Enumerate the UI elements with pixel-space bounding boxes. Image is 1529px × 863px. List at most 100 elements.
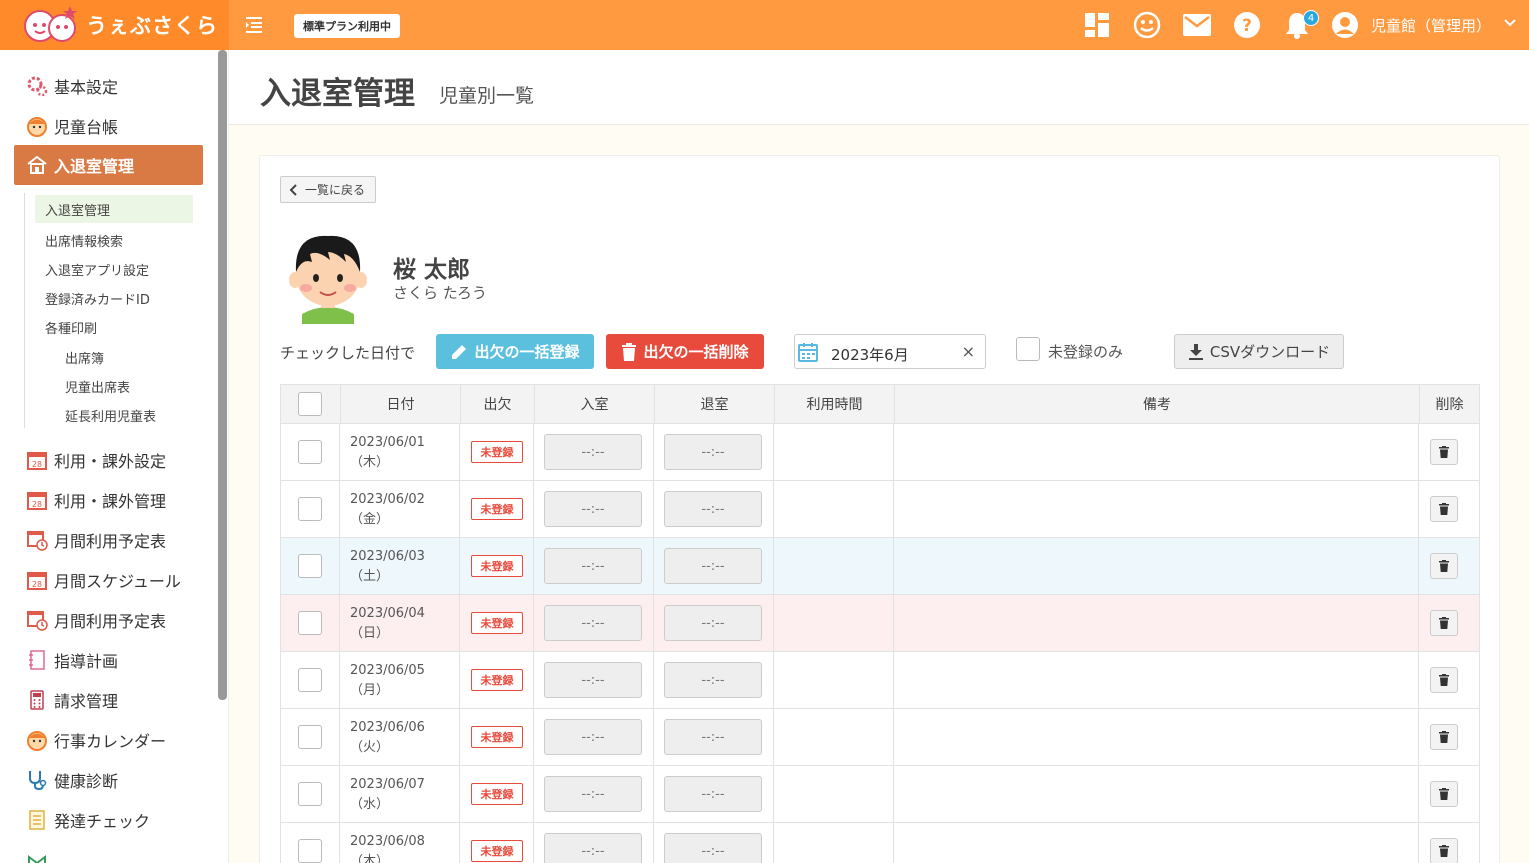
- in-time-input[interactable]: --:--: [544, 605, 642, 641]
- delete-row-button[interactable]: [1430, 610, 1458, 636]
- row-checkbox[interactable]: [298, 497, 322, 521]
- day-of-week: （水）: [350, 797, 390, 812]
- delete-row-button[interactable]: [1430, 553, 1458, 579]
- status-badge: 未登録: [471, 669, 523, 691]
- day-of-week: （日）: [350, 626, 390, 641]
- user-name[interactable]: 児童館（管理用）: [1371, 15, 1491, 36]
- chevron-down-icon[interactable]: [1503, 16, 1517, 30]
- sidebar-item-monthly-plan-2[interactable]: 月間利用予定表: [14, 600, 203, 640]
- cell-date: 2023/06/03 （土）: [340, 538, 460, 594]
- out-time-input[interactable]: --:--: [664, 491, 762, 527]
- submenu-entry-exit[interactable]: 入退室管理: [35, 195, 193, 223]
- sidebar-item-monthly-schedule[interactable]: 28 月間スケジュール: [14, 560, 203, 600]
- sidebar-item-monthly-plan[interactable]: 月間利用予定表: [14, 520, 203, 560]
- out-time-input[interactable]: --:--: [664, 719, 762, 755]
- date-text: 2023/06/02 （金）: [350, 490, 425, 530]
- dashboard-icon[interactable]: [1082, 10, 1112, 40]
- out-time-input[interactable]: --:--: [664, 776, 762, 812]
- table-row: 2023/06/02 （金） 未登録 --:-- --:--: [280, 481, 1480, 538]
- csv-download-button[interactable]: CSVダウンロード: [1174, 334, 1344, 369]
- sidebar-item-child-register[interactable]: 児童台帳: [14, 106, 203, 146]
- in-time-input[interactable]: --:--: [544, 548, 642, 584]
- delete-row-button[interactable]: [1430, 724, 1458, 750]
- trash-icon: [1439, 503, 1449, 515]
- out-time-input[interactable]: --:--: [664, 548, 762, 584]
- submenu-print-attendance[interactable]: 出席簿: [65, 348, 104, 367]
- out-time-input[interactable]: --:--: [664, 605, 762, 641]
- sidebar-item-usage-management[interactable]: 28 利用・課外管理: [14, 480, 203, 520]
- submenu-print-child-attendance[interactable]: 児童出席表: [65, 377, 130, 396]
- sidebar-toggle-icon[interactable]: [244, 15, 264, 35]
- trash-icon: [1439, 674, 1449, 686]
- trash-icon: [1439, 845, 1449, 857]
- in-time-input[interactable]: --:--: [544, 662, 642, 698]
- date-value: 2023/06/03: [350, 549, 425, 564]
- sidebar-item-basic-settings[interactable]: 基本設定: [14, 66, 203, 106]
- cell-delete: [1419, 595, 1479, 651]
- sidebar-item-more[interactable]: [14, 840, 203, 863]
- child-face-icon: [26, 729, 48, 751]
- out-time-input[interactable]: --:--: [664, 833, 762, 863]
- user-avatar-icon[interactable]: [1330, 10, 1360, 40]
- row-checkbox[interactable]: [298, 611, 322, 635]
- cell-out: --:--: [654, 766, 774, 822]
- sidebar-item-health-check[interactable]: 健康診断: [14, 760, 203, 800]
- cell-date: 2023/06/08 （木）: [340, 823, 460, 863]
- select-all-checkbox[interactable]: [298, 392, 322, 416]
- sidebar-item-event-calendar[interactable]: 行事カレンダー: [14, 720, 203, 760]
- bulk-delete-button[interactable]: 出欠の一括削除: [606, 334, 764, 369]
- day-of-week: （火）: [350, 740, 390, 755]
- in-time-input[interactable]: --:--: [544, 491, 642, 527]
- cell-out: --:--: [654, 538, 774, 594]
- row-checkbox[interactable]: [298, 554, 322, 578]
- sidebar-item-label: 児童台帳: [54, 118, 119, 137]
- help-icon[interactable]: ?: [1232, 10, 1262, 40]
- header-delete: 削除: [1435, 397, 1464, 413]
- unregistered-only-checkbox[interactable]: [1016, 337, 1040, 361]
- row-checkbox[interactable]: [298, 668, 322, 692]
- delete-row-button[interactable]: [1430, 838, 1458, 863]
- submenu-card-id[interactable]: 登録済みカードID: [45, 289, 150, 308]
- row-checkbox[interactable]: [298, 725, 322, 749]
- header-select-all: [281, 385, 341, 423]
- delete-row-button[interactable]: [1430, 667, 1458, 693]
- submenu-app-settings[interactable]: 入退室アプリ設定: [45, 260, 149, 279]
- cell-in: --:--: [534, 766, 654, 822]
- submenu-print-extended[interactable]: 延長利用児童表: [65, 406, 156, 425]
- bulk-register-button[interactable]: 出欠の一括登録: [436, 334, 594, 369]
- in-time-input[interactable]: --:--: [544, 719, 642, 755]
- sidebar-scrollbar[interactable]: [218, 50, 227, 700]
- row-checkbox[interactable]: [298, 782, 322, 806]
- sidebar: 基本設定 児童台帳 入退室管理 入退室管理 出席情報検索 入退室アプリ設定 登録…: [0, 50, 229, 863]
- clear-month-button[interactable]: ×: [962, 342, 975, 361]
- row-checkbox[interactable]: [298, 839, 322, 863]
- out-time-input[interactable]: --:--: [664, 662, 762, 698]
- mail-icon[interactable]: [1182, 10, 1212, 40]
- in-time-input[interactable]: --:--: [544, 833, 642, 863]
- sidebar-item-usage-settings[interactable]: 28 利用・課外設定: [14, 440, 203, 480]
- delete-row-button[interactable]: [1430, 496, 1458, 522]
- cell-attendance: 未登録: [460, 481, 534, 537]
- sidebar-item-entry-exit[interactable]: 入退室管理: [14, 145, 203, 185]
- calculator-icon: [26, 689, 48, 711]
- sidebar-item-billing[interactable]: 請求管理: [14, 680, 203, 720]
- back-to-list-button[interactable]: 一覧に戻る: [280, 176, 377, 203]
- delete-row-button[interactable]: [1430, 781, 1458, 807]
- table-row: 2023/06/06 （火） 未登録 --:-- --:--: [280, 709, 1480, 766]
- sidebar-item-guidance-plan[interactable]: 指導計画: [14, 640, 203, 680]
- row-checkbox[interactable]: [298, 440, 322, 464]
- in-time-input[interactable]: --:--: [544, 776, 642, 812]
- logo[interactable]: うぇぶさくら: [0, 0, 229, 50]
- calendar-clock-icon: [26, 529, 48, 551]
- page-header: 入退室管理 児童別一覧: [229, 50, 1529, 125]
- delete-row-button[interactable]: [1430, 439, 1458, 465]
- submenu-print[interactable]: 各種印刷: [45, 318, 97, 337]
- in-time-input[interactable]: --:--: [544, 434, 642, 470]
- submenu-attendance-search[interactable]: 出席情報検索: [45, 231, 123, 250]
- month-picker[interactable]: 2023年6月 ×: [794, 334, 986, 369]
- out-time-input[interactable]: --:--: [664, 434, 762, 470]
- sidebar-item-development-check[interactable]: 発達チェック: [14, 800, 203, 840]
- sidebar-item-label: 請求管理: [54, 692, 119, 711]
- cell-usage-time: [774, 481, 894, 537]
- smiley-icon[interactable]: [1132, 10, 1162, 40]
